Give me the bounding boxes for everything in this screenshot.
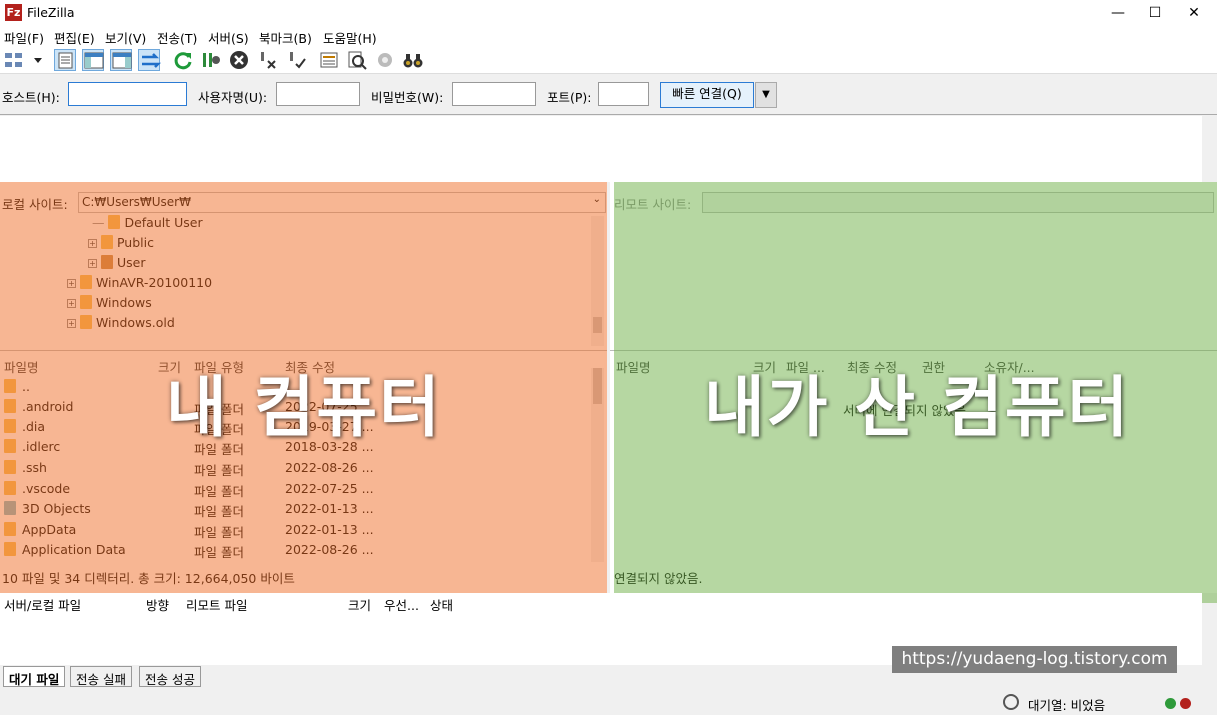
username-input[interactable] [276, 82, 360, 106]
menu-view[interactable]: 보기(V) [105, 28, 146, 47]
transfer-queue-toggle-icon[interactable] [138, 49, 162, 71]
local-tree-toggle-icon[interactable] [82, 49, 104, 71]
menu-bookmarks[interactable]: 북마크(B) [259, 28, 312, 47]
filezilla-logo-icon: Fz [5, 4, 22, 21]
status-bar: 대기열: 비었음 [0, 690, 1217, 715]
menu-server[interactable]: 서버(S) [208, 28, 249, 47]
toolbar [0, 46, 1217, 74]
menu-bar: 파일(F) 편집(E) 보기(V) 전송(T) 서버(S) 북마크(B) 도움말… [0, 26, 1217, 46]
queue-col-remote-file[interactable]: 리모트 파일 [186, 595, 247, 614]
password-label: 비밀번호(W): [371, 90, 444, 105]
filter-process-icon[interactable] [200, 49, 222, 71]
menu-help[interactable]: 도움말(H) [323, 28, 377, 47]
refresh-icon[interactable] [172, 49, 194, 71]
queue-col-size[interactable]: 크기 [348, 595, 371, 614]
menu-file[interactable]: 파일(F) [4, 28, 44, 47]
menu-edit[interactable]: 편집(E) [54, 28, 95, 47]
close-button[interactable]: ✕ [1174, 0, 1214, 26]
maximize-button[interactable]: ☐ [1135, 0, 1175, 26]
remote-tree-toggle-icon[interactable] [110, 49, 132, 71]
transfer-light-icon [1180, 698, 1191, 709]
overlay-label-local: 내 컴퓨터 [166, 369, 442, 446]
search-binoculars-icon[interactable] [402, 49, 424, 71]
tab-successful-transfers[interactable]: 전송 성공 [139, 666, 201, 687]
site-manager-icon[interactable] [3, 49, 25, 71]
tab-failed-transfers[interactable]: 전송 실패 [70, 666, 132, 687]
transfer-light-icon [1165, 698, 1176, 709]
message-log-toggle-icon[interactable] [54, 49, 76, 71]
reconnect-icon[interactable] [286, 49, 308, 71]
queue-col-priority[interactable]: 우선... [384, 595, 419, 614]
queue-col-status[interactable]: 상태 [430, 595, 453, 614]
queue-col-direction[interactable]: 방향 [146, 595, 169, 614]
window-title: FileZilla [27, 5, 75, 20]
local-highlight-overlay: 내 컴퓨터 [0, 182, 607, 603]
overlay-label-remote: 내가 산 컴퓨터 [704, 369, 1131, 446]
port-input[interactable] [598, 82, 649, 106]
quickconnect-bar: 호스트(H): 사용자명(U): 비밀번호(W): 포트(P): 빠른 연결(Q… [0, 75, 1217, 115]
message-log [0, 116, 1202, 182]
watermark-text: https://yudaeng-log.tistory.com [892, 646, 1177, 673]
host-label: 호스트(H): [2, 90, 60, 105]
remote-highlight-overlay: 내가 산 컴퓨터 [614, 182, 1217, 603]
minimize-button[interactable]: — [1098, 0, 1138, 26]
queue-status-text: 대기열: 비었음 [1028, 698, 1106, 713]
menu-transfer[interactable]: 전송(T) [157, 28, 197, 47]
queue-col-local-file[interactable]: 서버/로컬 파일 [4, 595, 81, 614]
password-input[interactable] [452, 82, 536, 106]
compare-icon[interactable] [346, 49, 368, 71]
queue-icon [1003, 694, 1019, 710]
tab-queued-files[interactable]: 대기 파일 [3, 666, 66, 687]
host-input[interactable] [68, 82, 187, 106]
username-label: 사용자명(U): [198, 90, 268, 105]
chevron-down-icon[interactable]: ▼ [755, 82, 777, 108]
title-bar: Fz FileZilla — ☐ ✕ [0, 0, 1217, 26]
port-label: 포트(P): [547, 90, 592, 105]
directory-listing-filter-icon[interactable] [318, 49, 340, 71]
disconnect-icon[interactable] [257, 49, 279, 71]
sync-browse-icon[interactable] [374, 49, 396, 71]
cancel-icon[interactable] [228, 49, 250, 71]
quickconnect-button[interactable]: 빠른 연결(Q) [660, 82, 754, 108]
dropdown-arrow-icon[interactable] [27, 49, 42, 71]
